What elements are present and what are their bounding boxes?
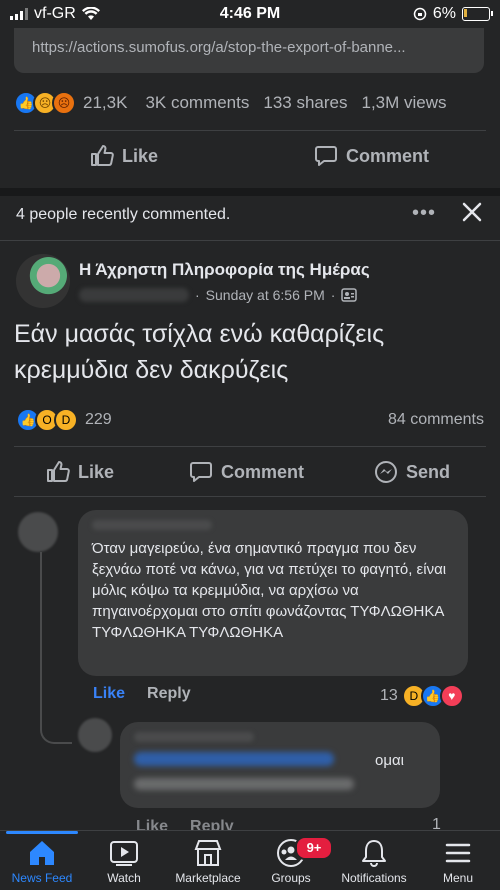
reply-text: ομαι (375, 752, 404, 769)
previous-post-card: https://actions.sumofus.org/a/stop-the-e… (0, 28, 500, 188)
status-right: 6% (413, 5, 493, 23)
comment-like-button[interactable]: Like (93, 685, 125, 703)
video-icon (110, 841, 138, 866)
like-button[interactable]: Like (46, 460, 114, 484)
close-icon[interactable] (460, 200, 484, 224)
messenger-icon (375, 461, 397, 483)
bell-icon (362, 840, 386, 867)
like-label: Like (122, 145, 159, 166)
tab-news-feed[interactable]: News Feed (2, 833, 82, 885)
shop-icon (194, 840, 222, 866)
post-meta: · Sunday at 6:56 PM · (79, 287, 358, 303)
comment-label: Comment (221, 461, 305, 482)
tab-marketplace[interactable]: Marketplace (168, 833, 248, 885)
thread-line (40, 552, 72, 744)
reaction-icons[interactable]: 👍 ☹ ☹ (14, 91, 76, 115)
comment-label: Comment (346, 145, 430, 166)
page-name[interactable]: Η Άχρηστη Πληροφορία της Ημέρας (79, 260, 370, 280)
comment-text: Όταν μαγειρεύω, ένα σημαντικό πραγμα που… (92, 540, 447, 641)
angry-reaction-icon: ☹ (52, 91, 76, 115)
feed-separator (0, 188, 500, 196)
reaction-icons[interactable]: 👍 O D (16, 408, 78, 432)
reaction-count[interactable]: 21,3K (83, 93, 127, 113)
hamburger-icon (445, 843, 471, 863)
comments-count[interactable]: 3K comments (145, 93, 249, 113)
reply-line2-blur (134, 778, 354, 790)
thumbs-up-icon (91, 145, 114, 166)
shares-count[interactable]: 133 shares (263, 93, 347, 113)
comment-reactions[interactable]: 13 D 👍 ♥ (380, 684, 464, 708)
battery-percent: 6% (432, 5, 456, 22)
send-label: Send (406, 461, 451, 482)
comments-count[interactable]: 84 comments (388, 411, 484, 429)
tab-label: Menu (442, 871, 474, 885)
previous-post-stats: 👍 ☹ ☹ 21,3K 3K comments 133 shares 1,3M … (14, 90, 489, 116)
views-count: 1,3M views (361, 93, 447, 112)
divider (14, 130, 486, 131)
like-label: Like (78, 461, 115, 482)
audience-icon (341, 288, 358, 302)
comment-reaction-count: 13 (380, 687, 398, 704)
post-card: 4 people recently commented. ••• Η Άχρησ… (0, 196, 500, 889)
tab-label: Groups (271, 871, 311, 885)
orientation-lock-icon (413, 7, 427, 21)
tab-menu[interactable]: Menu (418, 833, 498, 885)
comment-actions: Like Reply (93, 685, 191, 703)
commenter-name-blur (92, 520, 212, 530)
reply-bubble[interactable]: ομαι (120, 722, 440, 808)
thumbs-up-icon (47, 461, 70, 482)
post-text: Εάν μασάς τσίχλα ενώ καθαρίζεις κρεμμύδι… (14, 320, 385, 384)
tab-label: Marketplace (175, 871, 241, 885)
tab-notifications[interactable]: Notifications (334, 833, 414, 885)
groups-badge: 9+ (295, 836, 333, 860)
divider (14, 446, 486, 447)
recent-activity-text: 4 people recently commented. (16, 206, 231, 223)
love-reaction-icon: ♥ (439, 684, 464, 708)
link-preview[interactable]: https://actions.sumofus.org/a/stop-the-e… (14, 28, 484, 73)
dot-separator: · (195, 287, 200, 303)
comment-bubble[interactable]: Όταν μαγειρεύω, ένα σημαντικό πραγμα που… (78, 510, 468, 676)
divider (14, 496, 486, 497)
comment-reply-button[interactable]: Reply (147, 685, 191, 703)
reaction-count[interactable]: 229 (85, 411, 112, 429)
home-icon (30, 841, 54, 865)
tab-label: Notifications (341, 871, 407, 885)
like-button[interactable]: Like (90, 144, 158, 168)
comment-icon (190, 462, 212, 482)
more-options-icon[interactable]: ••• (412, 202, 436, 225)
send-button[interactable]: Send (374, 460, 450, 484)
reply-name-blur (134, 732, 254, 742)
haha-reaction-icon: D (54, 408, 78, 432)
dot-separator: · (330, 287, 336, 303)
status-bar: vf-GR 4:46 PM 6% (0, 0, 500, 28)
post-timestamp[interactable]: Sunday at 6:56 PM (206, 287, 325, 303)
tab-watch[interactable]: Watch (84, 833, 164, 885)
divider (0, 240, 500, 241)
tab-label: Watch (107, 871, 141, 885)
page-avatar[interactable] (16, 254, 70, 308)
link-url[interactable]: https://actions.sumofus.org/a/stop-the-e… (32, 39, 406, 56)
comment-button[interactable]: Comment (314, 144, 429, 168)
tab-groups[interactable]: Groups 9+ (251, 833, 333, 885)
post-stats: 👍 O D 229 84 comments (16, 408, 484, 432)
shared-by-blur (79, 288, 189, 302)
comment-button[interactable]: Comment (189, 460, 304, 484)
tab-label: News Feed (11, 871, 73, 885)
commenter-avatar[interactable] (18, 512, 58, 552)
battery-icon (462, 7, 493, 21)
reply-avatar[interactable] (78, 718, 112, 752)
bottom-tab-bar: News Feed Watch Marketplace Groups 9+ No… (0, 830, 500, 890)
reply-mention-blur (134, 752, 334, 766)
comment-icon (315, 146, 337, 166)
